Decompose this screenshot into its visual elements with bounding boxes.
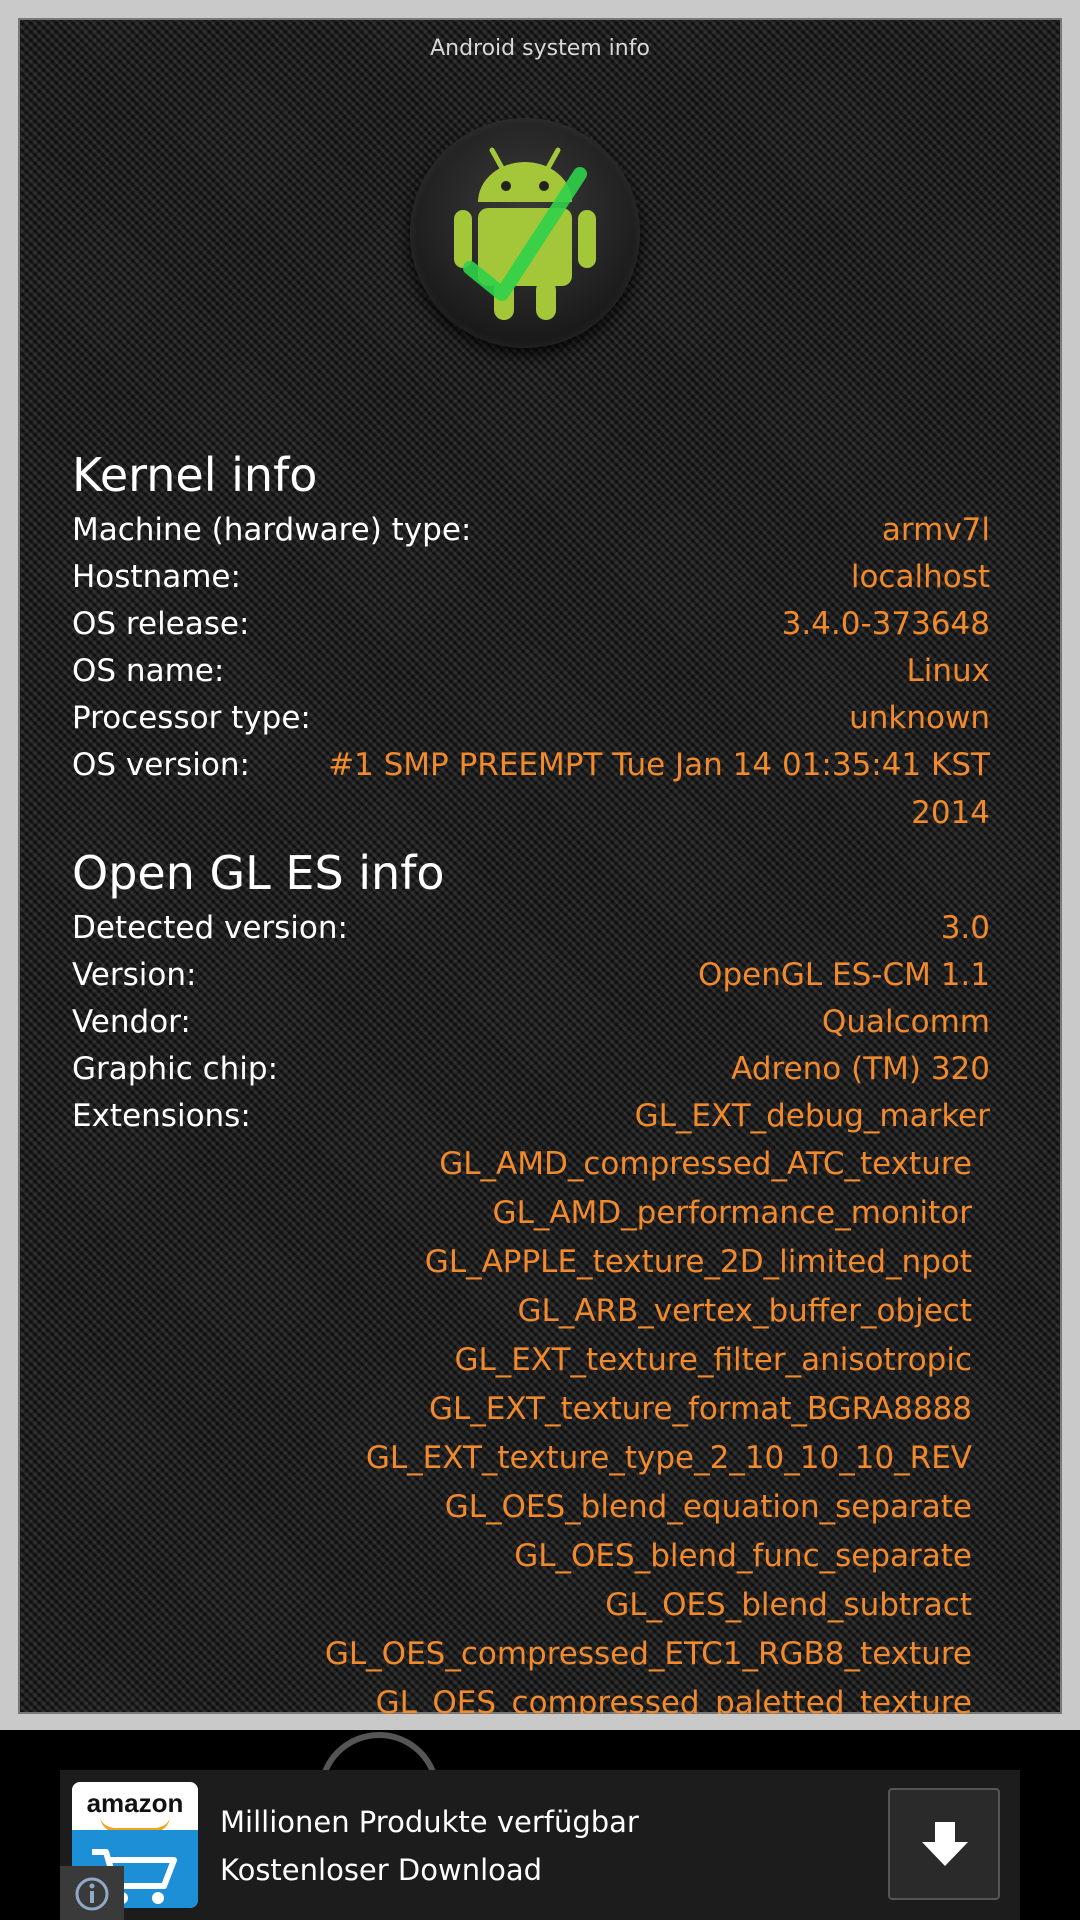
extension-item: GL_ARB_vertex_buffer_object xyxy=(517,1293,972,1329)
amazon-logo-text: amazon xyxy=(86,1788,184,1818)
extension-item: GL_OES_blend_equation_separate xyxy=(444,1489,972,1525)
download-button[interactable] xyxy=(888,1788,1000,1900)
info-icon xyxy=(75,1877,109,1911)
extension-item: GL_OES_compressed_paletted_texture xyxy=(375,1685,972,1714)
extension-item: GL_APPLE_texture_2D_limited_npot xyxy=(424,1244,972,1280)
extension-item: GL_OES_compressed_ETC1_RGB8_texture xyxy=(324,1636,972,1672)
ad-info-button[interactable] xyxy=(60,1866,124,1920)
extension-item: GL_AMD_performance_monitor xyxy=(492,1195,972,1231)
extension-item: GL_AMD_compressed_ATC_texture xyxy=(439,1146,972,1182)
ad-banner[interactable]: amazon Millionen Produkte verfügbar Kost… xyxy=(60,1770,1020,1920)
extensions-list: GL_AMD_compressed_ATC_texture GL_AMD_perf… xyxy=(18,18,1062,1714)
ad-text[interactable]: Millionen Produkte verfügbar Kostenloser… xyxy=(220,1798,800,1894)
extension-item: GL_EXT_texture_format_BGRA8888 xyxy=(428,1391,972,1427)
download-arrow-icon xyxy=(922,1822,968,1866)
extension-item: GL_OES_blend_func_separate xyxy=(514,1538,972,1574)
extension-item: GL_EXT_texture_type_2_10_10_10_REV xyxy=(365,1440,972,1476)
extension-item: GL_EXT_texture_filter_anisotropic xyxy=(454,1342,972,1378)
extension-item: GL_OES_blend_subtract xyxy=(605,1587,972,1623)
info-panel[interactable]: Android system info Kernel info Machine … xyxy=(18,18,1062,1714)
